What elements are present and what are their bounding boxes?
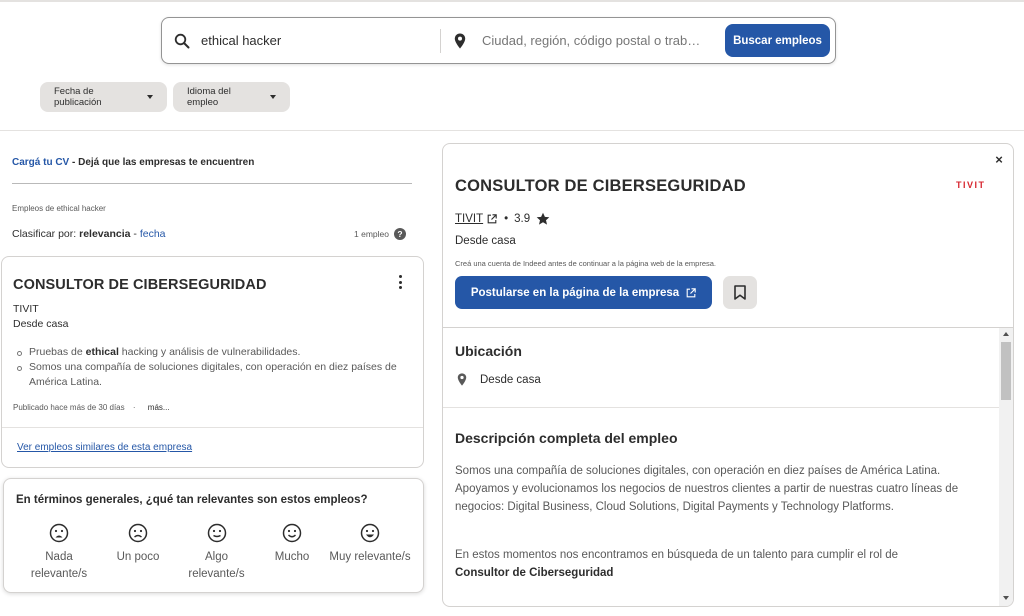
where-input[interactable]: Ciudad, región, código postal o trab… xyxy=(482,33,700,48)
header-divider xyxy=(0,130,1024,131)
sad-face-icon xyxy=(128,523,148,543)
caret-down-icon xyxy=(147,95,153,99)
job-card-location: Desde casa xyxy=(13,318,69,330)
survey-option-label: Algo relevante/s xyxy=(188,551,245,580)
search-icon xyxy=(174,32,192,50)
apply-label: Postularse en la página de la empresa xyxy=(470,286,680,299)
survey-option-algo[interactable]: Algo relevante/s xyxy=(179,523,254,583)
description-paragraph: Somos una compañía de soluciones digital… xyxy=(455,465,959,513)
very-sad-face-icon xyxy=(49,523,69,543)
location-divider xyxy=(443,407,999,408)
external-link-icon xyxy=(487,214,497,224)
upload-cv-link[interactable]: Cargá tu CV xyxy=(12,157,69,168)
survey-question: En términos generales, ¿qué tan relevant… xyxy=(16,494,368,506)
company-link[interactable]: TIVIT xyxy=(455,213,483,225)
close-icon[interactable]: × xyxy=(993,153,1005,166)
survey-option-label: Mucho xyxy=(274,551,310,563)
job-detail-title: CONSULTOR DE CIBERSEGURIDAD xyxy=(455,177,746,195)
posted-date: Publicado hace más de 30 días xyxy=(13,403,125,412)
snippet-bullet: Pruebas de ethical hacking y análisis de… xyxy=(17,345,397,360)
upload-cv-text: - Dejá que las empresas te encuentren xyxy=(69,157,255,168)
survey-option-label: Nada relevante/s xyxy=(30,551,88,580)
description-paragraph: En estos momentos nos encontramos en bús… xyxy=(455,549,899,579)
what-input[interactable]: ethical hacker xyxy=(201,33,281,48)
bookmark-icon xyxy=(734,285,746,300)
what-field[interactable]: ethical hacker xyxy=(174,18,436,63)
company-logo: TIVIT xyxy=(956,180,986,190)
company-rating: 3.9 xyxy=(514,213,531,225)
survey-option-label: Un poco xyxy=(116,551,160,563)
very-happy-face-icon xyxy=(360,523,380,543)
sort-by: Clasificar por: relevancia - fecha xyxy=(12,228,166,240)
sort-separator: - xyxy=(130,228,140,240)
upload-cv-banner: Cargá tu CV - Dejá que las empresas te e… xyxy=(12,157,254,168)
search-jobs-button[interactable]: Buscar empleos xyxy=(725,24,830,57)
indeed-account-note: Creá una cuenta de Indeed antes de conti… xyxy=(455,259,717,268)
filter-job-language[interactable]: Idioma del empleo xyxy=(173,82,290,112)
more-link[interactable]: más... xyxy=(148,403,170,412)
posted-separator: · xyxy=(132,403,136,412)
job-card-company: TIVIT xyxy=(13,303,39,315)
scrollbar-thumb[interactable] xyxy=(1001,342,1011,400)
results-count-text: 1 empleo xyxy=(354,229,389,239)
job-card-snippet: Pruebas de ethical hacking y análisis de… xyxy=(17,345,397,390)
apply-on-company-site-button[interactable]: Postularse en la página de la empresa xyxy=(455,276,712,309)
results-heading: Empleos de ethical hacker xyxy=(12,204,106,213)
location-pin-icon xyxy=(454,32,470,50)
scroll-down-arrow-icon[interactable] xyxy=(1003,596,1009,600)
similar-jobs-link[interactable]: Ver empleos similares de esta empresa xyxy=(17,442,192,453)
job-card-posted: Publicado hace más de 30 días · más... xyxy=(13,403,170,412)
detail-header-divider xyxy=(443,327,1013,328)
happy-face-icon xyxy=(282,523,302,543)
caret-down-icon xyxy=(270,95,276,99)
sort-by-prefix: Clasificar por: xyxy=(12,228,80,240)
job-card-divider xyxy=(2,427,423,428)
neutral-face-icon xyxy=(207,523,226,543)
filter-job-language-label: Idioma del empleo xyxy=(187,86,231,108)
location-pin-icon xyxy=(457,373,469,386)
more-options-icon[interactable] xyxy=(394,273,406,291)
job-card[interactable]: CONSULTOR DE CIBERSEGURIDAD TIVIT Desde … xyxy=(1,256,424,468)
results-count: 1 empleo ? xyxy=(354,228,406,240)
description-heading: Descripción completa del empleo xyxy=(455,430,678,446)
snippet-bullet: Somos una compañía de soluciones digital… xyxy=(17,360,397,390)
job-detail-location: Desde casa xyxy=(455,235,516,247)
survey-option-mucho[interactable]: Mucho xyxy=(262,523,322,566)
survey-option-muy[interactable]: Muy relevante/s xyxy=(322,523,418,566)
sort-date-link[interactable]: fecha xyxy=(140,228,166,240)
survey-option-un-poco[interactable]: Un poco xyxy=(104,523,172,566)
location-heading: Ubicación xyxy=(455,343,522,359)
detail-scrollbar[interactable] xyxy=(999,328,1013,606)
help-icon[interactable]: ? xyxy=(393,228,406,240)
relevance-survey: En términos generales, ¿qué tan relevant… xyxy=(3,478,424,593)
rating-separator: • xyxy=(504,213,509,225)
where-field[interactable]: Ciudad, región, código postal o trab… xyxy=(454,18,714,63)
survey-option-label: Muy relevante/s xyxy=(329,551,411,563)
upload-divider xyxy=(12,183,412,184)
search-bar: ethical hacker Ciudad, región, código po… xyxy=(161,17,836,64)
scroll-up-arrow-icon[interactable] xyxy=(1003,332,1009,336)
job-detail-company-row: TIVIT • 3.9 xyxy=(455,212,550,226)
location-row: Desde casa xyxy=(457,373,541,386)
location-value: Desde casa xyxy=(480,373,541,386)
sort-relevance: relevancia xyxy=(79,228,131,240)
filter-date-posted[interactable]: Fecha de publicación xyxy=(40,82,167,112)
job-card-title[interactable]: CONSULTOR DE CIBERSEGURIDAD xyxy=(13,277,267,293)
save-job-button[interactable] xyxy=(723,276,757,309)
top-divider xyxy=(0,0,1024,2)
search-separator xyxy=(440,29,441,53)
filter-date-posted-label: Fecha de publicación xyxy=(54,86,102,108)
survey-option-nada[interactable]: Nada relevante/s xyxy=(19,523,99,583)
star-icon xyxy=(536,212,550,226)
job-detail-panel: × TIVIT CONSULTOR DE CIBERSEGURIDAD TIVI… xyxy=(442,143,1014,607)
external-link-icon xyxy=(686,287,696,298)
